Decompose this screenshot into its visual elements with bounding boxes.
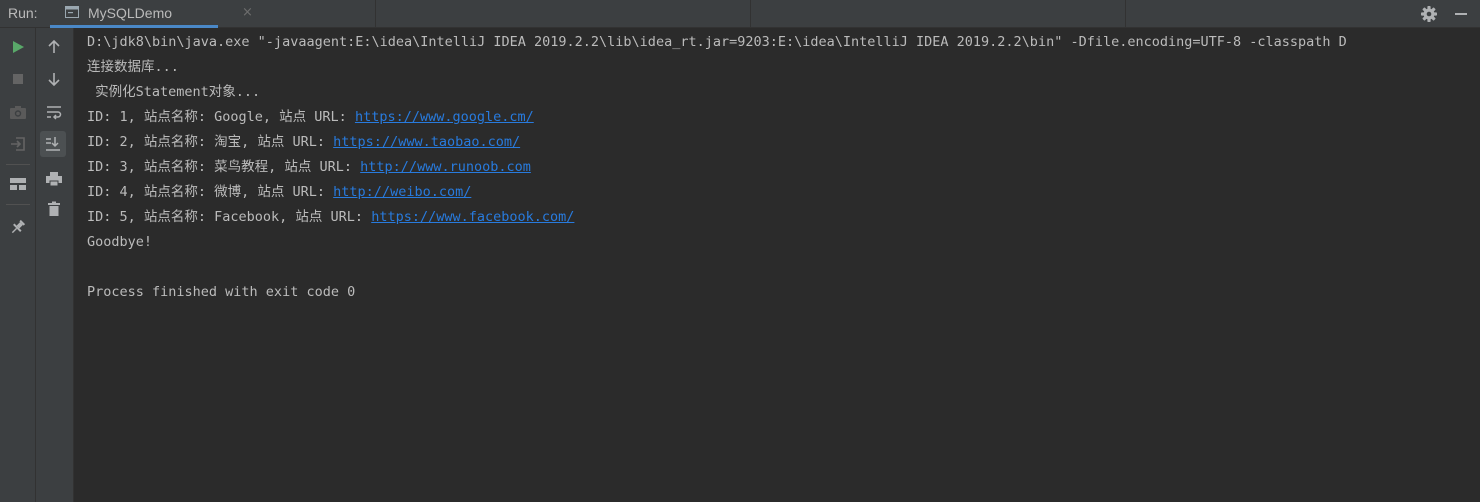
toolbar-separator <box>6 164 30 165</box>
console-line: ID: 4, 站点名称: 微博, 站点 URL: http://weibo.co… <box>87 180 471 205</box>
header-divider <box>1125 0 1126 28</box>
console-line-text: ID: 3, 站点名称: 菜鸟教程, 站点 URL: <box>87 159 361 175</box>
pin-icon <box>11 219 26 234</box>
arrow-down-icon <box>48 73 60 87</box>
console-line: ID: 1, 站点名称: Google, 站点 URL: https://www… <box>87 105 534 130</box>
console-line-text: 实例化Statement对象... <box>87 84 261 100</box>
console-line-text: ID: 2, 站点名称: 淘宝, 站点 URL: <box>87 134 334 150</box>
scroll-to-end-icon <box>46 137 60 151</box>
restore-layout-button[interactable] <box>5 171 31 197</box>
soft-wrap-button[interactable] <box>41 99 67 125</box>
console-line: Goodbye! <box>87 230 152 255</box>
stop-icon <box>13 74 23 84</box>
soft-wrap-icon <box>47 106 62 120</box>
trash-icon <box>48 201 60 216</box>
print-button[interactable] <box>41 166 67 192</box>
play-icon <box>13 41 24 53</box>
camera-icon <box>10 106 26 119</box>
header-divider <box>750 0 751 28</box>
console-line: 实例化Statement对象... <box>87 80 260 105</box>
layout-icon <box>10 178 26 190</box>
rerun-button[interactable] <box>5 34 31 60</box>
console-line-text: Process finished with exit code 0 <box>87 284 356 300</box>
console-line: Process finished with exit code 0 <box>87 280 355 305</box>
exit-button[interactable] <box>5 131 31 157</box>
close-icon[interactable]: × <box>242 5 253 20</box>
exit-icon <box>11 137 25 151</box>
console-icon <box>65 6 79 18</box>
clear-all-button[interactable] <box>41 196 67 222</box>
gear-icon[interactable] <box>1418 3 1440 25</box>
print-icon <box>46 172 62 187</box>
console-line: 连接数据库... <box>87 55 179 80</box>
console-line-text: ID: 1, 站点名称: Google, 站点 URL: <box>87 109 355 125</box>
tab-mysqldemo[interactable]: MySQLDemo × <box>50 0 253 28</box>
run-toolbar-left <box>0 28 36 502</box>
console-output[interactable]: D:\jdk8\bin\java.exe "-javaagent:E:\idea… <box>74 28 1480 502</box>
console-line-text: ID: 5, 站点名称: Facebook, 站点 URL: <box>87 209 372 225</box>
up-stack-trace-button[interactable] <box>41 34 67 60</box>
run-header: Run: MySQLDemo × <box>0 0 1480 28</box>
stop-button[interactable] <box>5 66 31 92</box>
console-line-text: Goodbye! <box>87 234 153 250</box>
down-stack-trace-button[interactable] <box>41 66 67 92</box>
url-link[interactable]: https://www.facebook.com/ <box>371 209 574 225</box>
dump-threads-button[interactable] <box>5 99 31 125</box>
console-line-text: 连接数据库... <box>87 59 179 75</box>
url-link[interactable]: http://weibo.com/ <box>333 184 471 200</box>
console-line-text: D:\jdk8\bin\java.exe "-javaagent:E:\idea… <box>87 34 1347 50</box>
console-line: D:\jdk8\bin\java.exe "-javaagent:E:\idea… <box>87 30 1347 55</box>
tab-label: MySQLDemo <box>88 5 173 21</box>
run-toolbar-right <box>36 28 74 502</box>
run-label: Run: <box>8 5 38 21</box>
toolbar-separator <box>6 204 30 205</box>
run-tool-window: Run: MySQLDemo × D:\jdk8\bin\java.exe "-… <box>0 0 1480 502</box>
hide-icon[interactable] <box>1450 3 1472 25</box>
console-line: ID: 5, 站点名称: Facebook, 站点 URL: https://w… <box>87 205 574 230</box>
console-line: ID: 3, 站点名称: 菜鸟教程, 站点 URL: http://www.ru… <box>87 155 531 180</box>
header-divider <box>375 0 376 28</box>
url-link[interactable]: http://www.runoob.com <box>360 159 531 175</box>
arrow-up-icon <box>48 39 60 53</box>
scroll-to-end-button[interactable] <box>40 131 66 157</box>
url-link[interactable]: https://www.taobao.com/ <box>333 134 520 150</box>
console-line: ID: 2, 站点名称: 淘宝, 站点 URL: https://www.tao… <box>87 130 520 155</box>
console-line-text: ID: 4, 站点名称: 微博, 站点 URL: <box>87 184 334 200</box>
url-link[interactable]: https://www.google.cm/ <box>355 109 534 125</box>
pin-tab-button[interactable] <box>5 214 31 240</box>
